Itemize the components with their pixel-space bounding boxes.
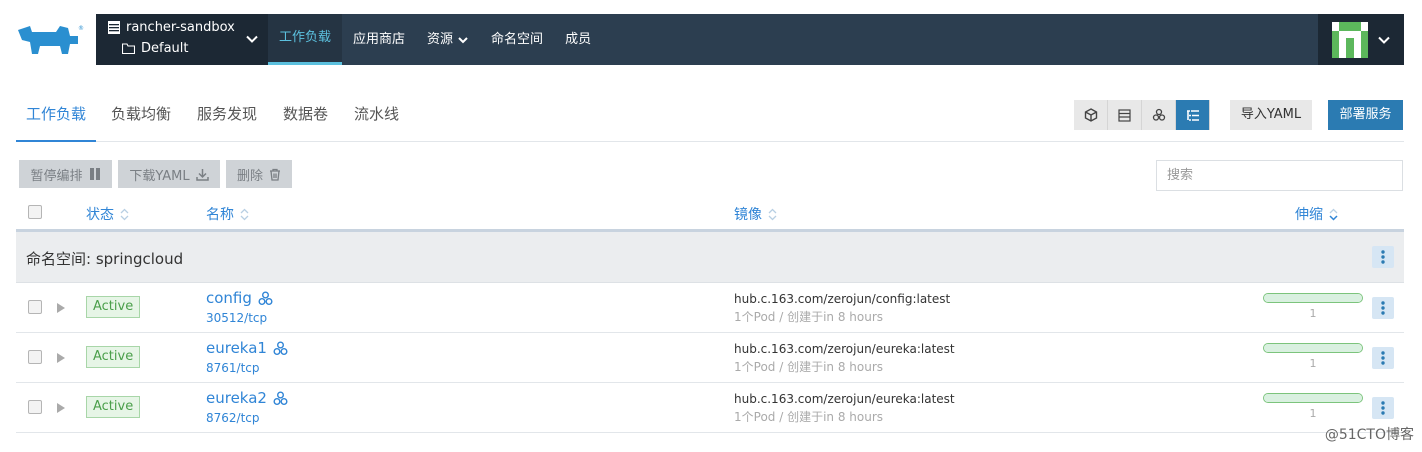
avatar (1332, 22, 1368, 58)
port-link[interactable]: 8762/tcp (206, 411, 260, 425)
column-header-scale[interactable]: 伸缩 (1295, 204, 1338, 224)
sort-icon (120, 208, 129, 220)
service-discovery-icon (258, 291, 273, 305)
cube-icon (1084, 108, 1097, 122)
nav-resources[interactable]: 资源 (416, 14, 480, 65)
tab-load-balancing[interactable]: 负载均衡 (101, 90, 181, 142)
sort-icon (1329, 208, 1338, 221)
tab-service-discovery[interactable]: 服务发现 (187, 90, 267, 142)
workload-name-link[interactable]: config (206, 289, 252, 307)
row-actions-menu[interactable] (1372, 347, 1394, 369)
scale-count: 1 (1309, 407, 1317, 420)
nav-catalog-apps[interactable]: 应用商店 (342, 14, 416, 65)
sort-icon (240, 208, 249, 220)
row-checkbox[interactable] (28, 300, 42, 314)
service-discovery-icon (273, 341, 288, 355)
download-icon (195, 168, 209, 181)
status-badge: Active (86, 296, 141, 318)
deploy-button[interactable]: 部署服务 (1328, 100, 1403, 130)
image-name: hub.c.163.com/zerojun/config:latest (734, 292, 951, 306)
delete-button[interactable]: 删除 (226, 160, 292, 188)
service-discovery-icon (273, 391, 288, 405)
pod-meta: 1个Pod / 创建于in 8 hours (734, 410, 884, 424)
tab-pipelines[interactable]: 流水线 (344, 90, 409, 142)
nav-members[interactable]: 成员 (554, 14, 602, 65)
image-name: hub.c.163.com/zerojun/eureka:latest (734, 392, 955, 406)
download-yaml-button[interactable]: 下载YAML (118, 160, 220, 188)
view-by-namespace-button[interactable] (1176, 100, 1210, 130)
row-checkbox[interactable] (28, 350, 42, 364)
chevron-down-icon (1378, 36, 1390, 44)
sort-icon (768, 208, 777, 220)
cluster-name: rancher-sandbox (126, 20, 235, 35)
chevron-down-icon (458, 36, 468, 43)
watermark: @51CTO博客 (1324, 427, 1414, 443)
cluster-project-switcher[interactable]: rancher-sandbox Default (96, 14, 268, 65)
row-checkbox[interactable] (28, 400, 42, 414)
expand-arrow-icon[interactable] (56, 402, 66, 414)
namespace-group-row: 命名空间: springcloud (16, 232, 1404, 283)
kebab-icon (1381, 250, 1385, 264)
status-badge: Active (86, 396, 141, 418)
search-input[interactable] (1156, 160, 1403, 191)
status-badge: Active (86, 346, 141, 368)
view-by-node-button[interactable] (1074, 100, 1108, 130)
scale-count: 1 (1309, 307, 1317, 320)
row-actions-menu[interactable] (1372, 397, 1394, 419)
column-header-name[interactable]: 名称 (206, 204, 249, 224)
table-row: Active config 30512/tcp hub.c.163.com/ze… (16, 283, 1404, 333)
port-link[interactable]: 8761/tcp (206, 361, 260, 375)
services-icon (1152, 108, 1165, 121)
pod-meta: 1个Pod / 创建于in 8 hours (734, 310, 884, 324)
pause-orchestration-button[interactable]: 暂停编排 (19, 160, 112, 188)
view-list-button[interactable] (1108, 100, 1142, 130)
kebab-icon (1381, 401, 1385, 415)
view-by-service-button[interactable] (1142, 100, 1176, 130)
scale-count: 1 (1309, 357, 1317, 370)
import-yaml-button[interactable]: 导入YAML (1230, 100, 1312, 130)
tree-list-icon (1186, 109, 1199, 121)
pod-meta: 1个Pod / 创建于in 8 hours (734, 360, 884, 374)
project-name: Default (141, 41, 189, 56)
nav-namespaces[interactable]: 命名空间 (480, 14, 554, 65)
server-icon (108, 21, 120, 34)
user-menu[interactable] (1318, 14, 1404, 65)
workload-name-link[interactable]: eureka1 (206, 339, 267, 357)
chevron-down-icon (246, 35, 258, 43)
kebab-icon (1381, 301, 1385, 315)
expand-arrow-icon[interactable] (56, 302, 66, 314)
namespace-group-label: 命名空间: springcloud (26, 250, 184, 268)
table-row: Active eureka2 8762/tcp hub.c.163.com/ze… (16, 383, 1404, 433)
select-all-checkbox[interactable] (28, 205, 42, 219)
svg-text:®: ® (78, 25, 84, 32)
top-nav: rancher-sandbox Default 工作负载 应用商店 资源 命名空… (96, 14, 1404, 65)
nav-workloads[interactable]: 工作负载 (268, 14, 343, 65)
trash-icon (270, 168, 280, 181)
column-header-image[interactable]: 镜像 (734, 204, 777, 224)
namespace-actions-menu[interactable] (1372, 246, 1394, 268)
port-link[interactable]: 30512/tcp (206, 311, 267, 325)
row-actions-menu[interactable] (1372, 297, 1394, 319)
list-icon (1118, 108, 1131, 122)
tab-workloads[interactable]: 工作负载 (16, 90, 97, 142)
kebab-icon (1381, 351, 1385, 365)
scale-bar (1263, 343, 1363, 353)
view-mode-group (1074, 100, 1210, 130)
tab-volumes[interactable]: 数据卷 (273, 90, 338, 142)
expand-arrow-icon[interactable] (56, 352, 66, 364)
column-header-state[interactable]: 状态 (86, 204, 129, 224)
table-row: Active eureka1 8761/tcp hub.c.163.com/ze… (16, 333, 1404, 383)
scale-bar (1263, 293, 1363, 303)
rancher-logo[interactable]: ® (16, 22, 86, 58)
folder-icon (122, 43, 135, 54)
scale-bar (1263, 393, 1363, 403)
pause-icon (89, 168, 100, 180)
image-name: hub.c.163.com/zerojun/eureka:latest (734, 342, 955, 356)
workload-name-link[interactable]: eureka2 (206, 389, 267, 407)
table-header: 状态 名称 镜像 伸缩 (16, 196, 1404, 232)
